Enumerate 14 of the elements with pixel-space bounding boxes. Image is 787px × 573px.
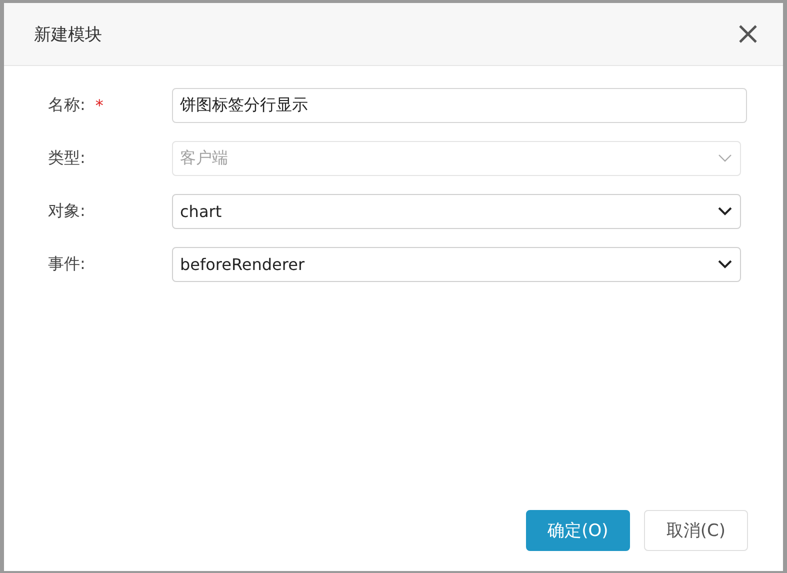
field-label: 名称:: [48, 95, 86, 116]
cancel-button[interactable]: 取消(C): [644, 510, 748, 551]
chevron-down-icon: [718, 260, 732, 269]
dropdown-select[interactable]: chart: [172, 194, 741, 229]
close-button[interactable]: [737, 23, 759, 45]
chevron-down-icon: [718, 154, 732, 163]
chevron-down-icon: [718, 207, 732, 216]
name-field[interactable]: 饼图标签分行显示: [172, 88, 747, 123]
field-label: 类型:: [48, 148, 86, 169]
required-mark: *: [95, 96, 104, 115]
dropdown-select[interactable]: beforeRenderer: [172, 247, 741, 282]
dialog-title: 新建模块: [34, 24, 102, 46]
field-label: 事件:: [48, 254, 86, 275]
field-label: 对象:: [48, 201, 86, 222]
